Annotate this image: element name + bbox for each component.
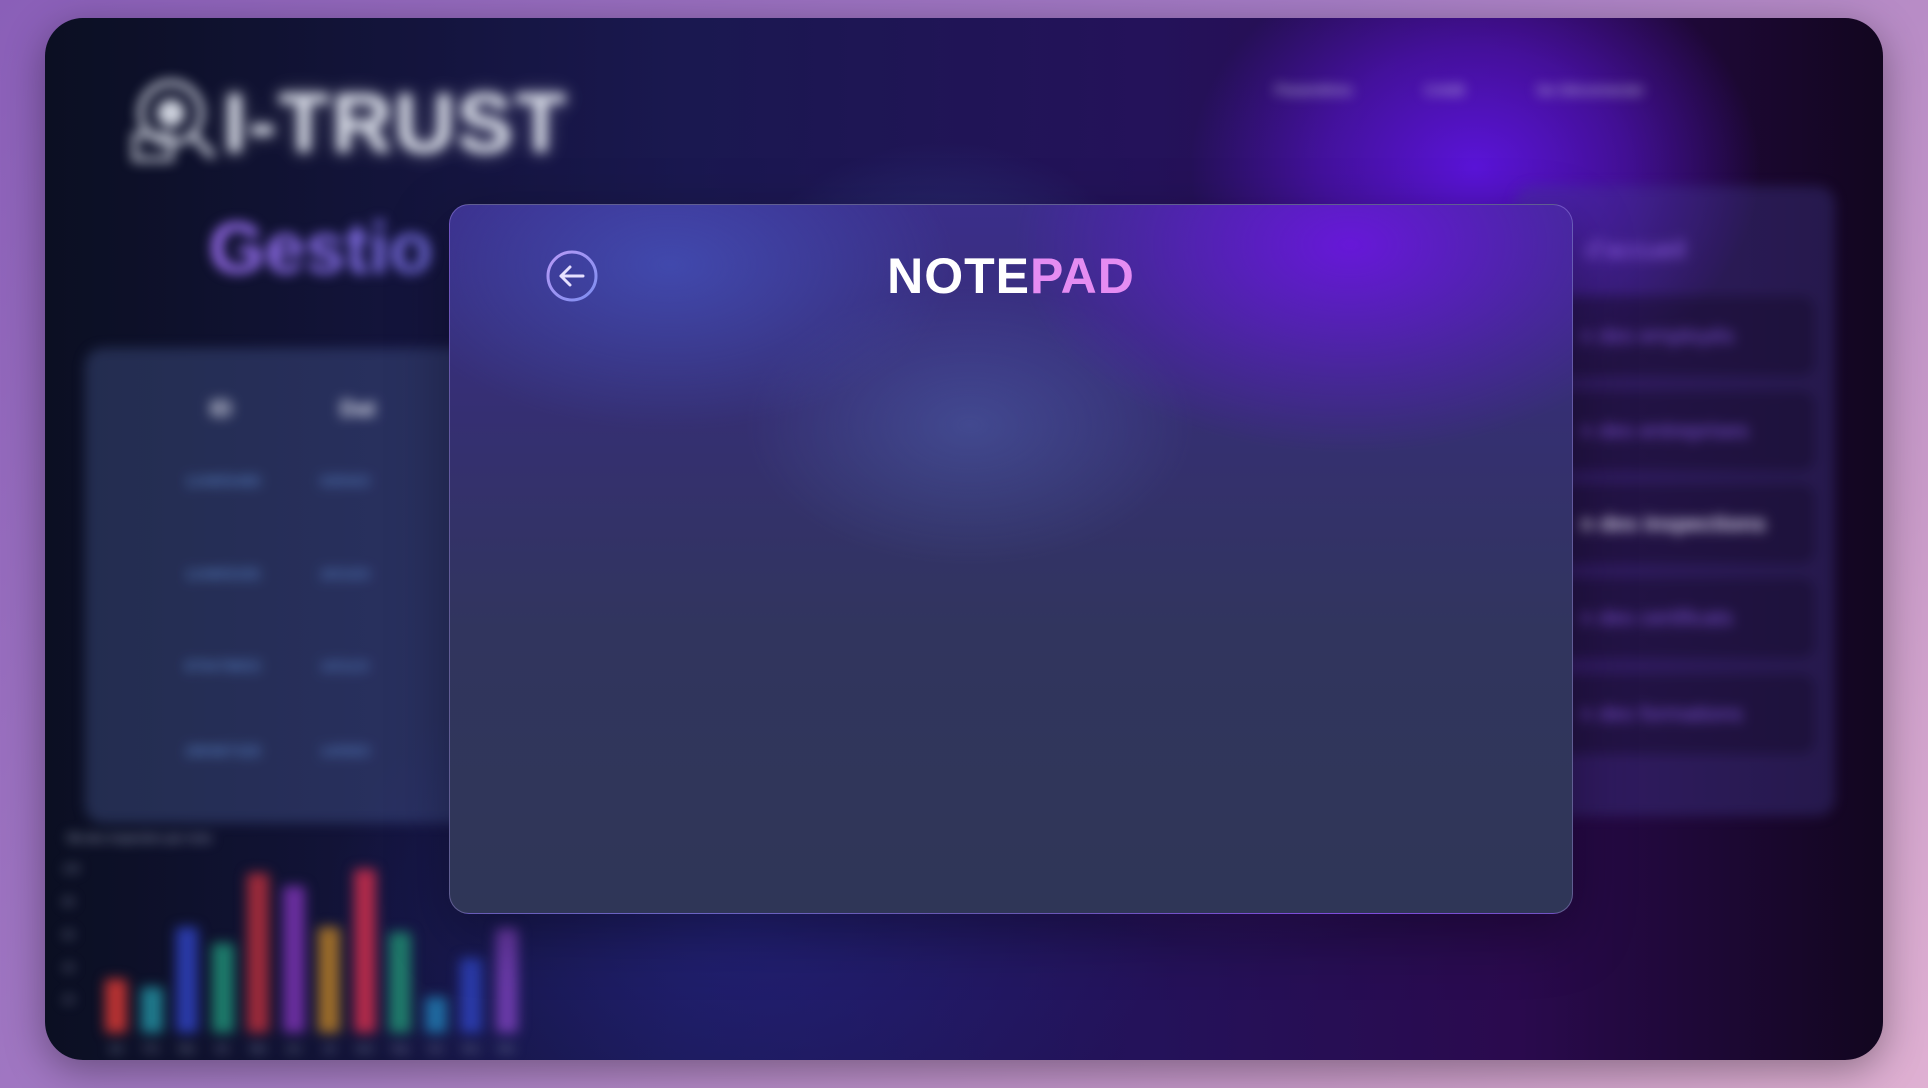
x-tick-label: Déc (497, 1044, 516, 1055)
modal-title: NOTEPAD (450, 247, 1572, 305)
y-tick-label: 20 (63, 995, 75, 1007)
menu-item-label: n des inspections (1580, 511, 1766, 536)
menu-item-label: n des entreprises (1580, 418, 1749, 443)
x-tick-label: Jul (322, 1044, 336, 1055)
chart-bar (176, 926, 198, 1033)
table-cell: 124855489 (185, 473, 261, 490)
nav-settings[interactable]: Paramètres (1275, 82, 1353, 99)
table-cell: 124855335 (185, 566, 261, 583)
menu-item-label: n des formations (1580, 701, 1743, 726)
chart-bar (424, 997, 447, 1033)
x-tick-label: Jun (285, 1044, 302, 1055)
y-tick-label: 40 (63, 962, 75, 974)
chart-bar (105, 979, 127, 1033)
x-tick-label: Fév (143, 1044, 160, 1055)
chart-bar (247, 872, 269, 1033)
y-tick-label: 80 (63, 897, 75, 909)
brand-logo: I-TRUST (125, 73, 568, 173)
chart-bar (389, 931, 411, 1033)
x-tick-label: Oct (427, 1044, 444, 1055)
menu-item-label: n des employés (1580, 323, 1735, 348)
inspections-bar-chart: Nb des inspection par mois 100 80 60 40 20 Ja… (55, 823, 518, 1060)
chart-bar (282, 885, 305, 1033)
x-tick-label: Sep (391, 1044, 409, 1055)
table-cell: 03/04/2 (320, 473, 371, 490)
chart-bar (495, 928, 518, 1033)
table-cell: 20/10/2 (320, 566, 371, 583)
chart-bar (140, 987, 163, 1033)
x-tick-label: Mai (249, 1044, 267, 1055)
side-menu-header[interactable]: d'accueil (1585, 234, 1685, 265)
table-cell: 14/09/2 (320, 743, 371, 760)
brand-name: I-TRUST (223, 75, 569, 170)
nav-logout[interactable]: Se Déconnecter (1537, 82, 1645, 99)
modal-title-part2: PAD (1030, 248, 1135, 304)
menu-item-label: n des certificats (1580, 605, 1733, 630)
table-header-id: ID (210, 396, 232, 421)
table-header-date: Dat (340, 396, 376, 421)
chart-title: Nb des inspection par mois (67, 831, 212, 845)
table-cell: 876478653 (185, 658, 261, 675)
modal-title-part1: NOTE (887, 248, 1031, 304)
nav-credit[interactable]: Crédit (1425, 82, 1465, 99)
top-navigation: Paramètres Crédit Se Déconnecter (1275, 82, 1644, 99)
page-title: Gestio (209, 209, 434, 289)
x-tick-label: Mar (178, 1044, 196, 1055)
x-tick-label: Avr (215, 1044, 230, 1055)
notepad-modal: NOTEPAD (449, 204, 1573, 914)
y-tick-label: 60 (63, 929, 75, 941)
x-tick-label: Aoû (355, 1044, 374, 1055)
y-tick-label: 100 (63, 864, 80, 876)
chart-bar (460, 957, 482, 1033)
chart-bar (353, 869, 376, 1033)
app-window: I-TRUST Paramètres Crédit Se Déconnecter… (45, 18, 1883, 1060)
table-cell: 285987328 (185, 743, 261, 760)
table-cell: 10/11/2 (320, 658, 369, 675)
chart-bar (211, 943, 234, 1033)
x-tick-label: Jan (107, 1044, 125, 1055)
chart-bar (318, 926, 340, 1033)
logo-inspector-icon (132, 80, 216, 162)
x-tick-label: Nov (462, 1044, 480, 1055)
